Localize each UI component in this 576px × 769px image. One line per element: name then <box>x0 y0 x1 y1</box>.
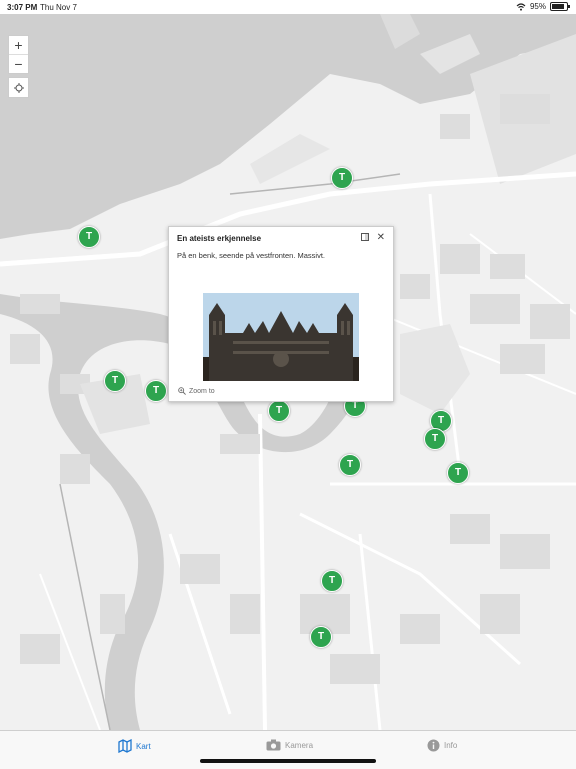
map-icon <box>118 739 132 753</box>
map-marker[interactable]: T <box>310 626 332 648</box>
tab-kart-label: Kart <box>136 741 151 751</box>
popup-description: På en benk, seende på vestfronten. Massi… <box>177 251 326 260</box>
zoom-to-label: Zoom to <box>189 387 215 395</box>
map-marker[interactable]: T <box>321 570 343 592</box>
zoom-in-button[interactable]: + <box>9 36 28 54</box>
tab-kart[interactable]: Kart <box>118 739 151 753</box>
battery-icon <box>550 2 570 11</box>
tab-kamera[interactable]: Kamera <box>266 739 313 751</box>
map-marker[interactable]: T <box>339 454 361 476</box>
map-marker[interactable]: T <box>447 462 469 484</box>
locate-icon <box>13 82 24 93</box>
battery-percent: 95% <box>529 2 546 11</box>
map-marker[interactable]: T <box>78 226 100 248</box>
camera-icon <box>266 739 281 751</box>
tab-info-label: Info <box>444 741 458 750</box>
popup-photo <box>203 293 359 381</box>
locate-button[interactable] <box>8 77 29 98</box>
popup-title: En ateists erkjennelse <box>177 234 262 243</box>
close-icon[interactable]: ✕ <box>377 232 385 243</box>
status-right: 95% <box>516 2 570 11</box>
zoom-to-icon <box>178 387 186 395</box>
map-marker[interactable]: T <box>268 400 290 422</box>
map-marker[interactable]: T <box>104 370 126 392</box>
home-indicator[interactable] <box>200 759 376 763</box>
status-date: Thu Nov 7 <box>40 3 77 12</box>
info-icon <box>427 739 440 752</box>
tab-info[interactable]: Info <box>427 739 457 752</box>
map-marker[interactable]: T <box>145 380 167 402</box>
zoom-control: + − <box>8 35 29 74</box>
map-marker[interactable]: T <box>424 428 446 450</box>
status-bar: 3:07 PM Thu Nov 7 95% <box>0 0 576 14</box>
status-time: 3:07 PM <box>7 3 38 12</box>
feature-popup: En ateists erkjennelse ✕ På en benk, see… <box>168 226 394 402</box>
map-marker[interactable]: T <box>331 167 353 189</box>
zoom-out-button[interactable]: − <box>9 54 28 73</box>
tab-kamera-label: Kamera <box>285 740 314 750</box>
zoom-to-link[interactable]: Zoom to <box>178 387 215 395</box>
wifi-icon <box>516 2 526 11</box>
tab-bar: Kart Kamera Info <box>0 730 576 769</box>
maximize-icon[interactable] <box>361 233 369 241</box>
